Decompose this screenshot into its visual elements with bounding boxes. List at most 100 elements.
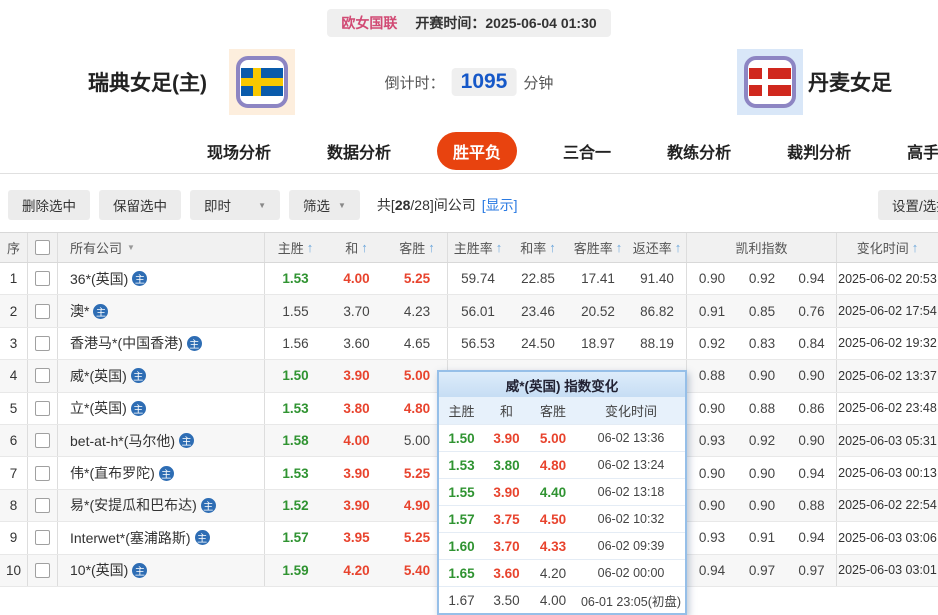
odds-home[interactable]: 1.53: [265, 393, 326, 424]
popup-row: 1.55 3.90 4.40 06-02 13:18: [439, 478, 685, 505]
row-checkbox[interactable]: [28, 263, 58, 295]
odds-draw[interactable]: 3.80: [326, 393, 387, 424]
delete-selected-button[interactable]: 删除选中: [8, 190, 90, 220]
rate-away: 18.97: [581, 335, 615, 351]
header-draw-rate[interactable]: 和率 ↑: [508, 233, 568, 262]
header-home-odds[interactable]: 主胜 ↑: [265, 233, 326, 262]
change-time: 2025-06-03 00:13: [838, 466, 937, 481]
row-checkbox[interactable]: [28, 392, 58, 424]
rate-draw: 23.46: [521, 303, 555, 319]
odds-draw[interactable]: 3.70: [326, 295, 387, 326]
filter-dropdown[interactable]: 筛选 ▼: [289, 190, 360, 220]
denmark-flag-icon: [744, 56, 796, 108]
odds-draw[interactable]: 3.90: [326, 457, 387, 488]
odds-away[interactable]: 4.65: [387, 327, 448, 360]
odds-draw[interactable]: 3.60: [326, 328, 387, 359]
header-away-rate[interactable]: 客胜率 ↑: [568, 233, 628, 262]
sort-asc-icon: ↑: [361, 240, 368, 255]
checkbox-icon[interactable]: [35, 433, 50, 449]
odds-home[interactable]: 1.55: [265, 295, 326, 326]
odds-away[interactable]: 4.23: [387, 295, 448, 327]
odds-draw[interactable]: 4.00: [326, 425, 387, 456]
tab-expert[interactable]: 高手推荐: [897, 132, 938, 170]
popup-odds-away: 4.80: [539, 457, 567, 473]
checkbox-icon[interactable]: [35, 303, 50, 319]
company-name[interactable]: 澳* 主: [58, 295, 265, 327]
popup-odds-draw: 3.70: [493, 538, 520, 554]
odds-home[interactable]: 1.53: [265, 263, 326, 294]
show-link[interactable]: [显示]: [482, 197, 518, 213]
company-name[interactable]: 立*(英国) 主: [58, 392, 265, 424]
company-name[interactable]: 36*(英国) 主: [58, 263, 265, 295]
odds-home[interactable]: 1.56: [265, 328, 326, 359]
league-badge[interactable]: 欧女国联: [341, 13, 397, 33]
header-away-odds[interactable]: 客胜 ↑: [387, 233, 448, 262]
company-name[interactable]: 伟*(直布罗陀) 主: [58, 457, 265, 489]
home-badge-icon: 主: [179, 433, 195, 449]
company-name[interactable]: 10*(英国) 主: [58, 554, 265, 586]
kelly-away: 0.88: [787, 489, 837, 522]
tab-data[interactable]: 数据分析: [317, 132, 401, 170]
tab-coach[interactable]: 教练分析: [657, 132, 741, 170]
row-checkbox[interactable]: [28, 522, 58, 554]
header-checkbox[interactable]: [28, 233, 58, 262]
select-all-checkbox[interactable]: [35, 240, 50, 255]
row-checkbox[interactable]: [28, 295, 58, 327]
row-checkbox[interactable]: [28, 554, 58, 586]
popup-odds-away: 4.33: [539, 538, 567, 554]
sort-asc-icon: ↑: [615, 240, 623, 255]
tab-referee[interactable]: 裁判分析: [777, 132, 861, 170]
odds-draw[interactable]: 3.90: [326, 490, 387, 521]
header-home-rate[interactable]: 主胜率 ↑: [448, 233, 508, 262]
odds-home[interactable]: 1.58: [265, 425, 326, 456]
home-badge-icon: 主: [158, 465, 174, 481]
home-badge-icon: 主: [186, 335, 202, 351]
kelly-draw: 0.90: [748, 497, 776, 513]
popup-odds-draw: 3.90: [493, 430, 520, 446]
home-badge-icon: 主: [200, 497, 216, 513]
tab-wdl[interactable]: 胜平负: [437, 132, 518, 170]
odds-home[interactable]: 1.52: [265, 490, 326, 521]
checkbox-icon[interactable]: [35, 400, 50, 416]
tab-scene[interactable]: 现场分析: [197, 132, 281, 170]
odds-home[interactable]: 1.59: [265, 555, 326, 586]
odds-draw[interactable]: 3.90: [326, 360, 387, 391]
company-name[interactable]: 威*(英国) 主: [58, 360, 265, 392]
row-checkbox[interactable]: [28, 360, 58, 392]
settings-button[interactable]: 设置/选择: [878, 190, 938, 220]
tab-three[interactable]: 三合一: [553, 132, 621, 170]
kelly-draw: 0.92: [748, 433, 776, 449]
checkbox-icon[interactable]: [35, 368, 50, 384]
header-company[interactable]: 所有公司 ▼: [58, 233, 265, 262]
checkbox-icon[interactable]: [35, 335, 50, 351]
popup-odds-away: 4.20: [539, 565, 567, 581]
company-name[interactable]: bet-at-h*(马尔他) 主: [58, 424, 265, 457]
keep-selected-button[interactable]: 保留选中: [99, 190, 181, 220]
checkbox-icon[interactable]: [35, 271, 50, 287]
row-checkbox[interactable]: [28, 489, 58, 522]
odds-home[interactable]: 1.57: [265, 522, 326, 553]
odds-draw[interactable]: 4.00: [326, 263, 387, 294]
row-checkbox[interactable]: [28, 327, 58, 360]
company-name[interactable]: Interwet*(塞浦路斯) 主: [58, 522, 265, 554]
odds-home[interactable]: 1.50: [265, 360, 326, 391]
odds-draw[interactable]: 4.20: [326, 555, 387, 586]
checkbox-icon[interactable]: [35, 530, 50, 546]
checkbox-icon[interactable]: [35, 497, 50, 513]
rate-return: 91.40: [628, 263, 687, 295]
rate-draw: 24.50: [521, 335, 555, 351]
countdown-label: 倒计时：: [384, 74, 445, 92]
row-checkbox[interactable]: [28, 424, 58, 457]
header-return-rate[interactable]: 返还率 ↑: [628, 233, 687, 262]
checkbox-icon[interactable]: [35, 465, 50, 481]
company-name[interactable]: 易*(安提瓜和巴布达) 主: [58, 489, 265, 522]
row-checkbox[interactable]: [28, 457, 58, 489]
header-change-time[interactable]: 变化时间 ↑: [837, 233, 938, 262]
checkbox-icon[interactable]: [35, 562, 50, 578]
odds-away[interactable]: 5.25: [387, 263, 448, 295]
odds-home[interactable]: 1.53: [265, 457, 326, 488]
instant-dropdown[interactable]: 即时 ▼: [190, 190, 280, 220]
odds-draw[interactable]: 3.95: [326, 522, 387, 553]
header-draw-odds[interactable]: 和 ↑: [326, 233, 387, 262]
company-name[interactable]: 香港马*(中国香港) 主: [58, 327, 265, 360]
